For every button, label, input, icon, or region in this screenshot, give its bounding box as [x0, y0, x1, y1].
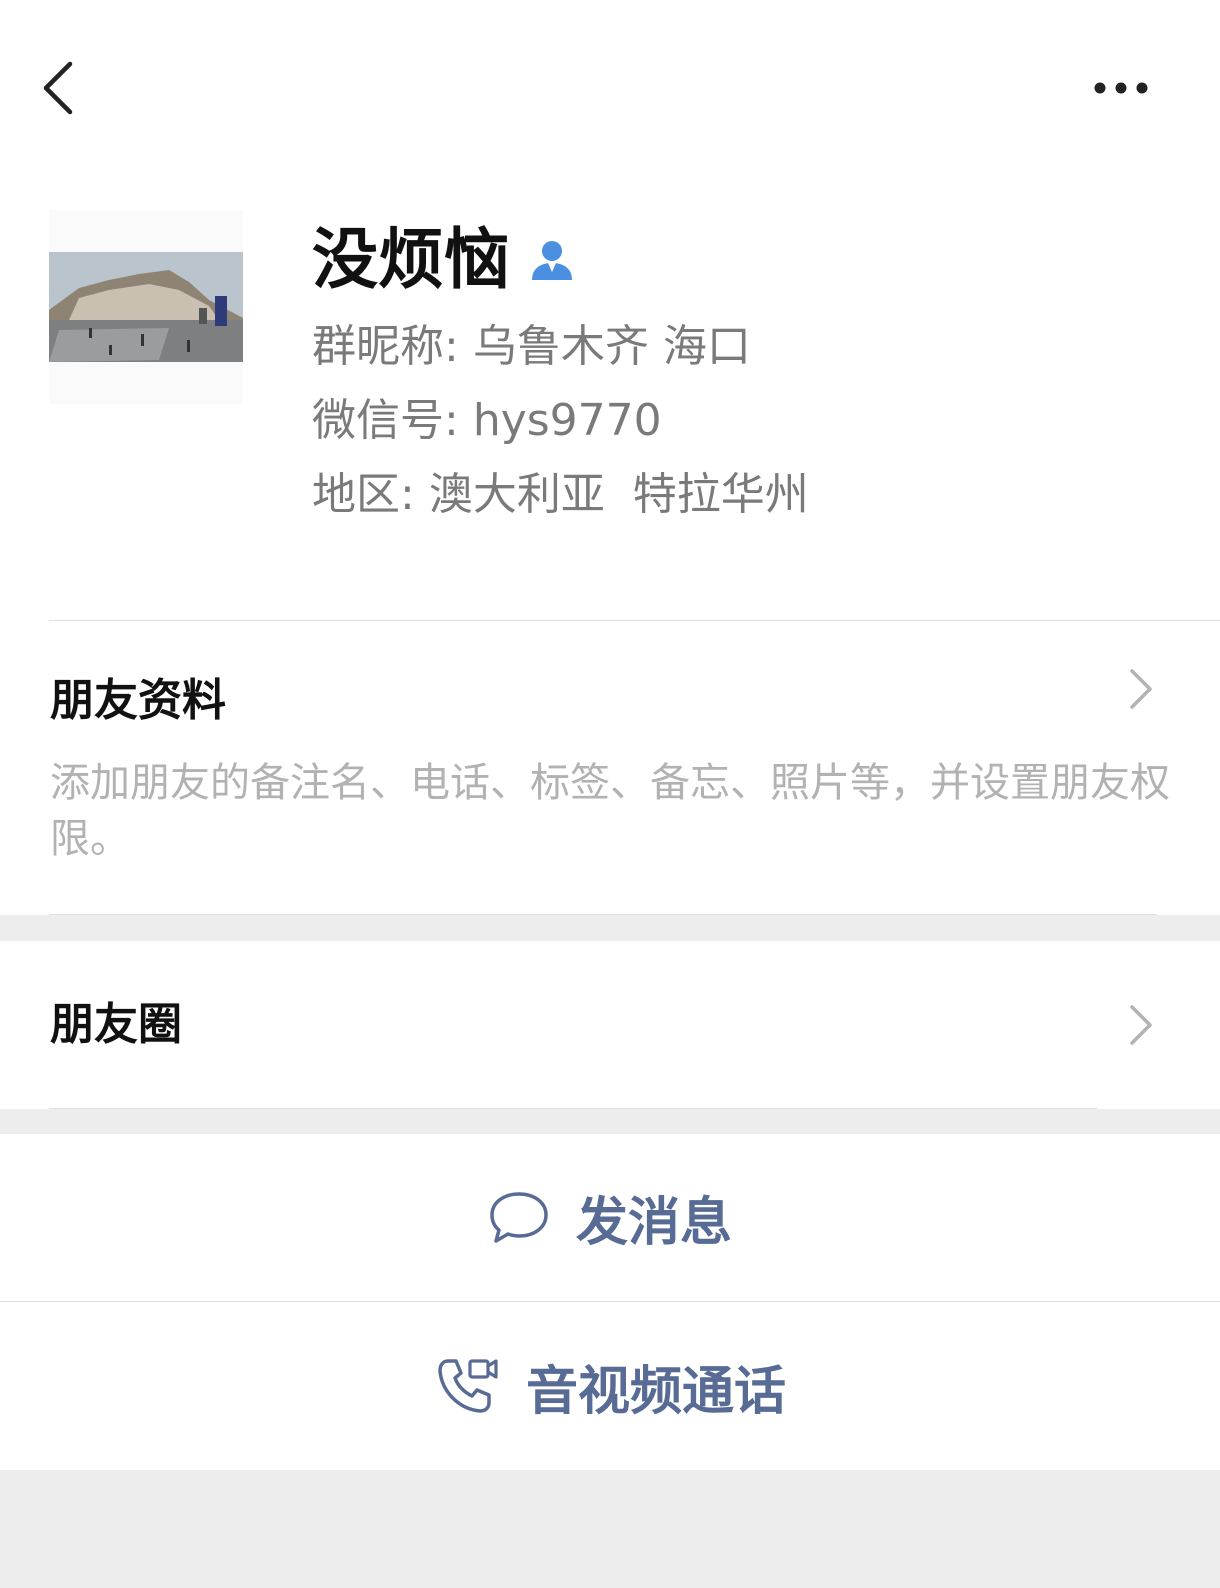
nickname: 没烦恼: [312, 221, 510, 298]
avatar[interactable]: [49, 210, 243, 404]
profile-section: 没烦恼 群昵称: 乌鲁木齐 海口 微信号: hys9770 地区: 澳大利亚 特…: [0, 180, 1220, 628]
phone-video-icon: [438, 1359, 498, 1413]
wechat-id-value: hys9770: [472, 395, 662, 446]
send-message-label: 发消息: [575, 1193, 732, 1253]
video-call-button[interactable]: 音视频通话: [0, 1302, 1220, 1470]
friend-info-row[interactable]: 朋友资料 添加朋友的备注名、电话、标签、备忘、照片等，并设置朋友权限。: [0, 621, 1220, 915]
friend-info-title: 朋友资料: [50, 675, 226, 726]
chevron-right-icon: [1130, 1005, 1152, 1045]
send-message-button[interactable]: 发消息: [0, 1134, 1220, 1301]
divider: [49, 1108, 1097, 1109]
back-button[interactable]: [30, 52, 90, 124]
more-button[interactable]: [1090, 66, 1170, 110]
group-nickname-value: 乌鲁木齐 海口: [472, 321, 751, 372]
region-value: 澳大利亚 特拉华州: [428, 469, 809, 520]
divider: [49, 914, 1157, 915]
wechat-id-line: 微信号: hys9770: [312, 391, 662, 451]
moments-row[interactable]: 朋友圈: [0, 941, 1220, 1109]
region-label: 地区:: [312, 469, 415, 520]
chat-bubble-icon: [490, 1191, 548, 1243]
moments-title: 朋友圈: [50, 999, 182, 1050]
video-call-content: 音视频通话: [0, 1302, 1220, 1470]
top-bar: [0, 0, 1220, 180]
friend-info-description: 添加朋友的备注名、电话、标签、备忘、照片等，并设置朋友权限。: [50, 760, 1170, 862]
group-nickname-label: 群昵称:: [312, 321, 459, 372]
region-line: 地区: 澳大利亚 特拉华州: [312, 465, 809, 525]
send-message-content: 发消息: [0, 1134, 1220, 1301]
nickname-row: 没烦恼: [312, 220, 576, 300]
more-dots-icon: [1094, 82, 1148, 94]
chevron-left-icon: [43, 61, 73, 115]
video-call-label: 音视频通话: [525, 1361, 786, 1422]
avatar-photo: [49, 210, 243, 404]
wechat-id-label: 微信号:: [312, 395, 459, 446]
contact-person-icon: [532, 241, 572, 280]
group-nickname-line: 群昵称: 乌鲁木齐 海口: [312, 317, 751, 377]
chevron-right-icon: [1130, 669, 1152, 709]
